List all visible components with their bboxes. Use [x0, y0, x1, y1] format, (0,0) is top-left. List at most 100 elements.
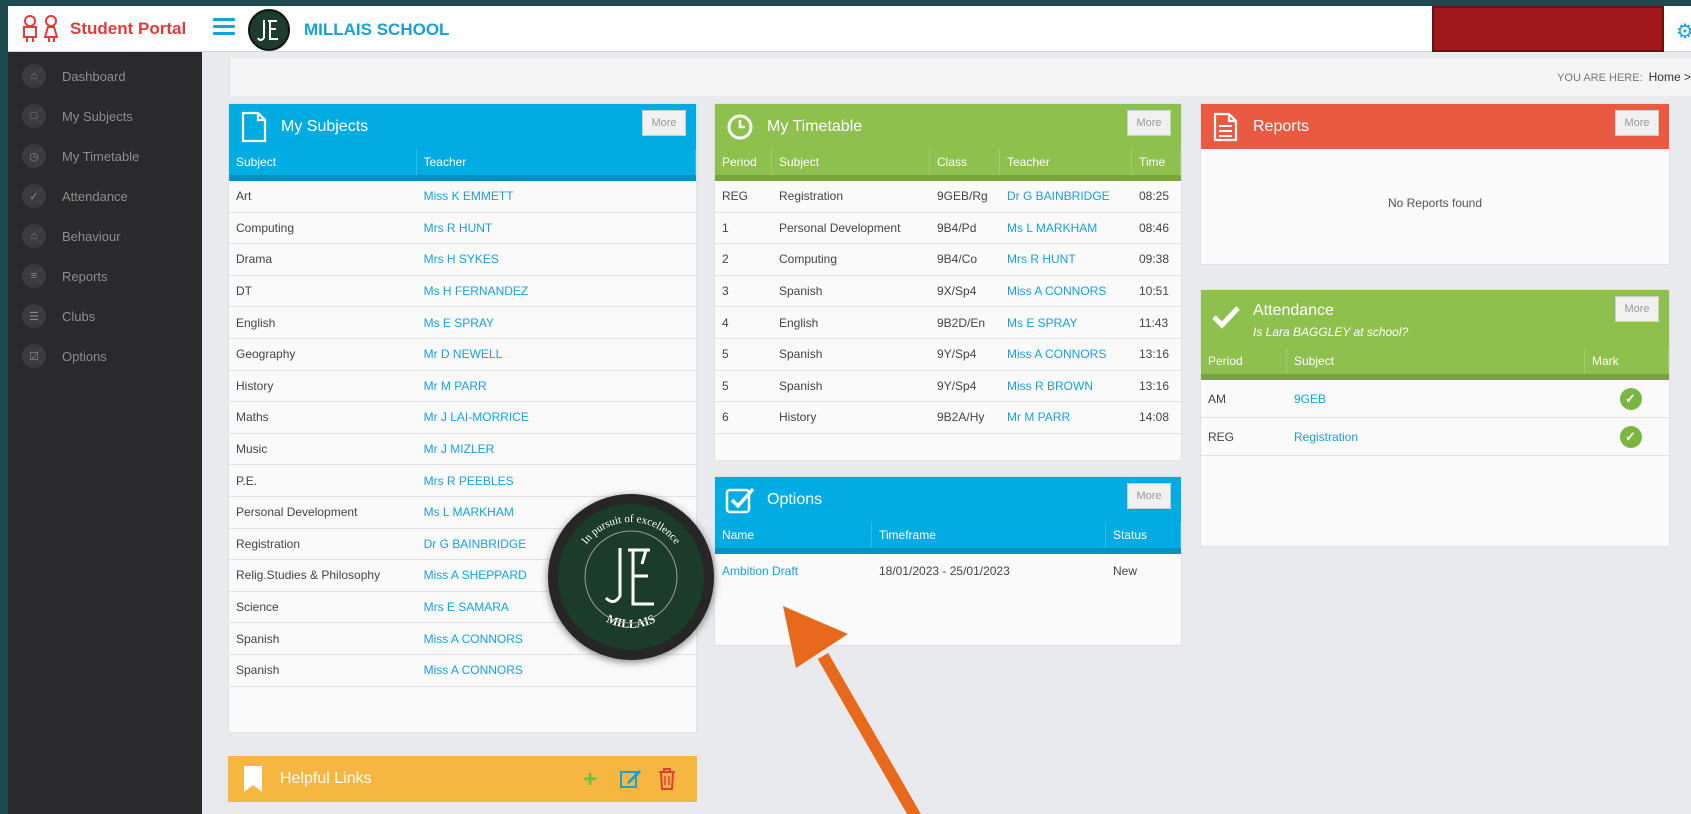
sidebar-item-behaviour[interactable]: ⌂ Behaviour: [8, 216, 202, 256]
table-cell: 08:25: [1139, 189, 1170, 204]
add-link-icon[interactable]: +: [583, 766, 597, 794]
table-cell-link[interactable]: Mr J LAI-MORRICE: [417, 410, 696, 424]
svg-text:In pursuit of excellence: In pursuit of excellence: [579, 513, 682, 547]
column-header[interactable]: Status: [1106, 522, 1181, 548]
sidebar-item-attendance[interactable]: ✓ Attendance: [8, 176, 202, 216]
table-cell-link[interactable]: Mrs R HUNT: [1000, 252, 1132, 266]
sidebar-item-my-timetable[interactable]: ◷ My Timetable: [8, 136, 202, 176]
table-row: REG Registration ✓: [1201, 418, 1669, 456]
table-cell-link[interactable]: Ms E SPRAY: [1000, 316, 1132, 330]
edit-links-icon[interactable]: [620, 769, 642, 794]
svg-text:MILLAIS: MILLAIS: [605, 611, 658, 631]
checkbox-icon: ☑: [22, 344, 46, 368]
sidebar-item-label: My Subjects: [62, 108, 133, 124]
table-cell: REG: [1208, 429, 1235, 444]
column-header[interactable]: Timeframe: [872, 522, 1106, 548]
reports-empty-message: No Reports found: [1387, 196, 1483, 210]
gear-icon[interactable]: ⚙: [1676, 19, 1691, 44]
present-check-icon: ✓: [1619, 425, 1642, 448]
sidebar-item-clubs[interactable]: ☰ Clubs: [8, 296, 202, 336]
table-cell-link[interactable]: Ms H FERNANDEZ: [417, 284, 696, 298]
column-header[interactable]: Teacher: [1000, 149, 1132, 175]
bookmark-icon: [238, 764, 268, 794]
table-cell: 9B4/Co: [937, 252, 978, 267]
file-icon: [239, 111, 269, 142]
column-header[interactable]: Subject: [1287, 348, 1585, 374]
column-header[interactable]: Period: [715, 149, 772, 175]
delete-links-icon[interactable]: [658, 768, 676, 795]
school-logo: [248, 9, 290, 51]
my-subjects-more-button[interactable]: More: [642, 110, 686, 136]
table-cell-link[interactable]: Miss K EMMETT: [417, 189, 696, 203]
table-cell-link[interactable]: Ambition Draft: [715, 564, 872, 578]
table-cell-link[interactable]: Miss R BROWN: [1000, 379, 1132, 393]
table-cell: Personal Development: [779, 220, 901, 235]
column-header[interactable]: Mark: [1585, 348, 1669, 374]
list-icon: ☰: [22, 304, 46, 328]
table-row: REG Registration 9GEB/Rg Dr G BAINBRIDGE 08:…: [715, 181, 1181, 213]
breadcrumb-home-link[interactable]: Home >: [1649, 70, 1691, 84]
sidebar-item-label: Behaviour: [62, 228, 121, 244]
table-row: 2 Computing 9B4/Co Mrs R HUNT 09:38: [715, 244, 1181, 276]
table-cell-link[interactable]: 9GEB: [1287, 392, 1585, 406]
table-cell-link[interactable]: Registration: [1287, 430, 1585, 444]
table-cell: Spanish: [236, 663, 280, 678]
table-cell: English: [236, 315, 276, 330]
redacted-user-area[interactable]: [1432, 6, 1664, 52]
column-header[interactable]: Time: [1132, 149, 1181, 175]
table-cell: 9B2A/Hy: [937, 410, 985, 425]
sidebar-item-options[interactable]: ☑ Options: [8, 336, 202, 376]
table-cell: History: [779, 410, 817, 425]
table-row: Geography Mr D NEWELL: [229, 339, 696, 371]
table-cell-link[interactable]: Mr M PARR: [1000, 410, 1132, 424]
my-timetable-more-button[interactable]: More: [1127, 110, 1171, 136]
attendance-more-button[interactable]: More: [1615, 296, 1659, 322]
column-header[interactable]: Subject: [772, 149, 930, 175]
table-cell-link[interactable]: Mrs H SYKES: [417, 252, 696, 266]
reports-title: Reports: [1253, 117, 1310, 135]
table-cell: English: [779, 315, 819, 330]
table-cell-link[interactable]: Mr M PARR: [417, 379, 696, 393]
reports-more-button[interactable]: More: [1615, 110, 1659, 136]
column-header[interactable]: Teacher: [417, 149, 696, 175]
column-header[interactable]: Class: [930, 149, 1000, 175]
table-cell: 14:08: [1139, 410, 1170, 425]
table-cell: 9GEB/Rg: [937, 189, 988, 204]
my-subjects-header: My Subjects More: [229, 104, 696, 149]
column-header[interactable]: Period: [1201, 348, 1287, 374]
table-cell-link[interactable]: Ms L MARKHAM: [1000, 221, 1132, 235]
options-more-button[interactable]: More: [1127, 483, 1171, 509]
table-cell: 11:43: [1139, 315, 1169, 330]
menu-toggle-icon[interactable]: [213, 18, 235, 40]
column-header[interactable]: Name: [715, 522, 872, 548]
table-cell-link[interactable]: Mr D NEWELL: [417, 347, 696, 361]
table-cell-link[interactable]: Mr J MIZLER: [417, 442, 696, 456]
sidebar-item-dashboard[interactable]: ⌂ Dashboard: [8, 56, 202, 96]
table-cell: Drama: [236, 252, 273, 267]
table-cell-link[interactable]: Ms E SPRAY: [417, 316, 696, 330]
table-cell-link[interactable]: Miss A CONNORS: [1000, 284, 1132, 298]
column-header[interactable]: Subject: [229, 149, 417, 175]
table-cell-link[interactable]: Miss A CONNORS: [417, 663, 696, 677]
sidebar-item-label: Reports: [62, 268, 108, 284]
check-icon: [1211, 302, 1241, 332]
table-cell-link[interactable]: Dr G BAINBRIDGE: [1000, 189, 1132, 203]
table-row: Drama Mrs H SYKES: [229, 244, 696, 276]
sidebar-item-my-subjects[interactable]: □ My Subjects: [8, 96, 202, 136]
attendance-table-header: Period Subject Mark: [1201, 348, 1669, 380]
table-cell: Spanish: [236, 631, 280, 646]
table-row: AM 9GEB ✓: [1201, 380, 1669, 418]
table-cell-link[interactable]: Miss A CONNORS: [1000, 347, 1132, 361]
graduation-cap-icon: ⌂: [22, 224, 46, 248]
table-cell-link[interactable]: Mrs R PEEBLES: [417, 474, 696, 488]
brand[interactable]: Student Portal: [8, 6, 202, 52]
table-row: 5 Spanish 9Y/Sp4 Miss R BROWN 13:16: [715, 371, 1181, 403]
table-cell: AM: [1208, 391, 1226, 406]
top-bar: Student Portal MILLAIS SCHOOL ⚙: [8, 6, 1691, 52]
sidebar-item-reports[interactable]: ≡ Reports: [8, 256, 202, 296]
table-cell: 13:16: [1139, 378, 1170, 393]
table-cell: 4: [722, 315, 729, 330]
app-title: Student Portal: [70, 19, 187, 38]
table-cell-link[interactable]: Mrs R HUNT: [417, 221, 696, 235]
table-cell: Spanish: [779, 284, 823, 299]
